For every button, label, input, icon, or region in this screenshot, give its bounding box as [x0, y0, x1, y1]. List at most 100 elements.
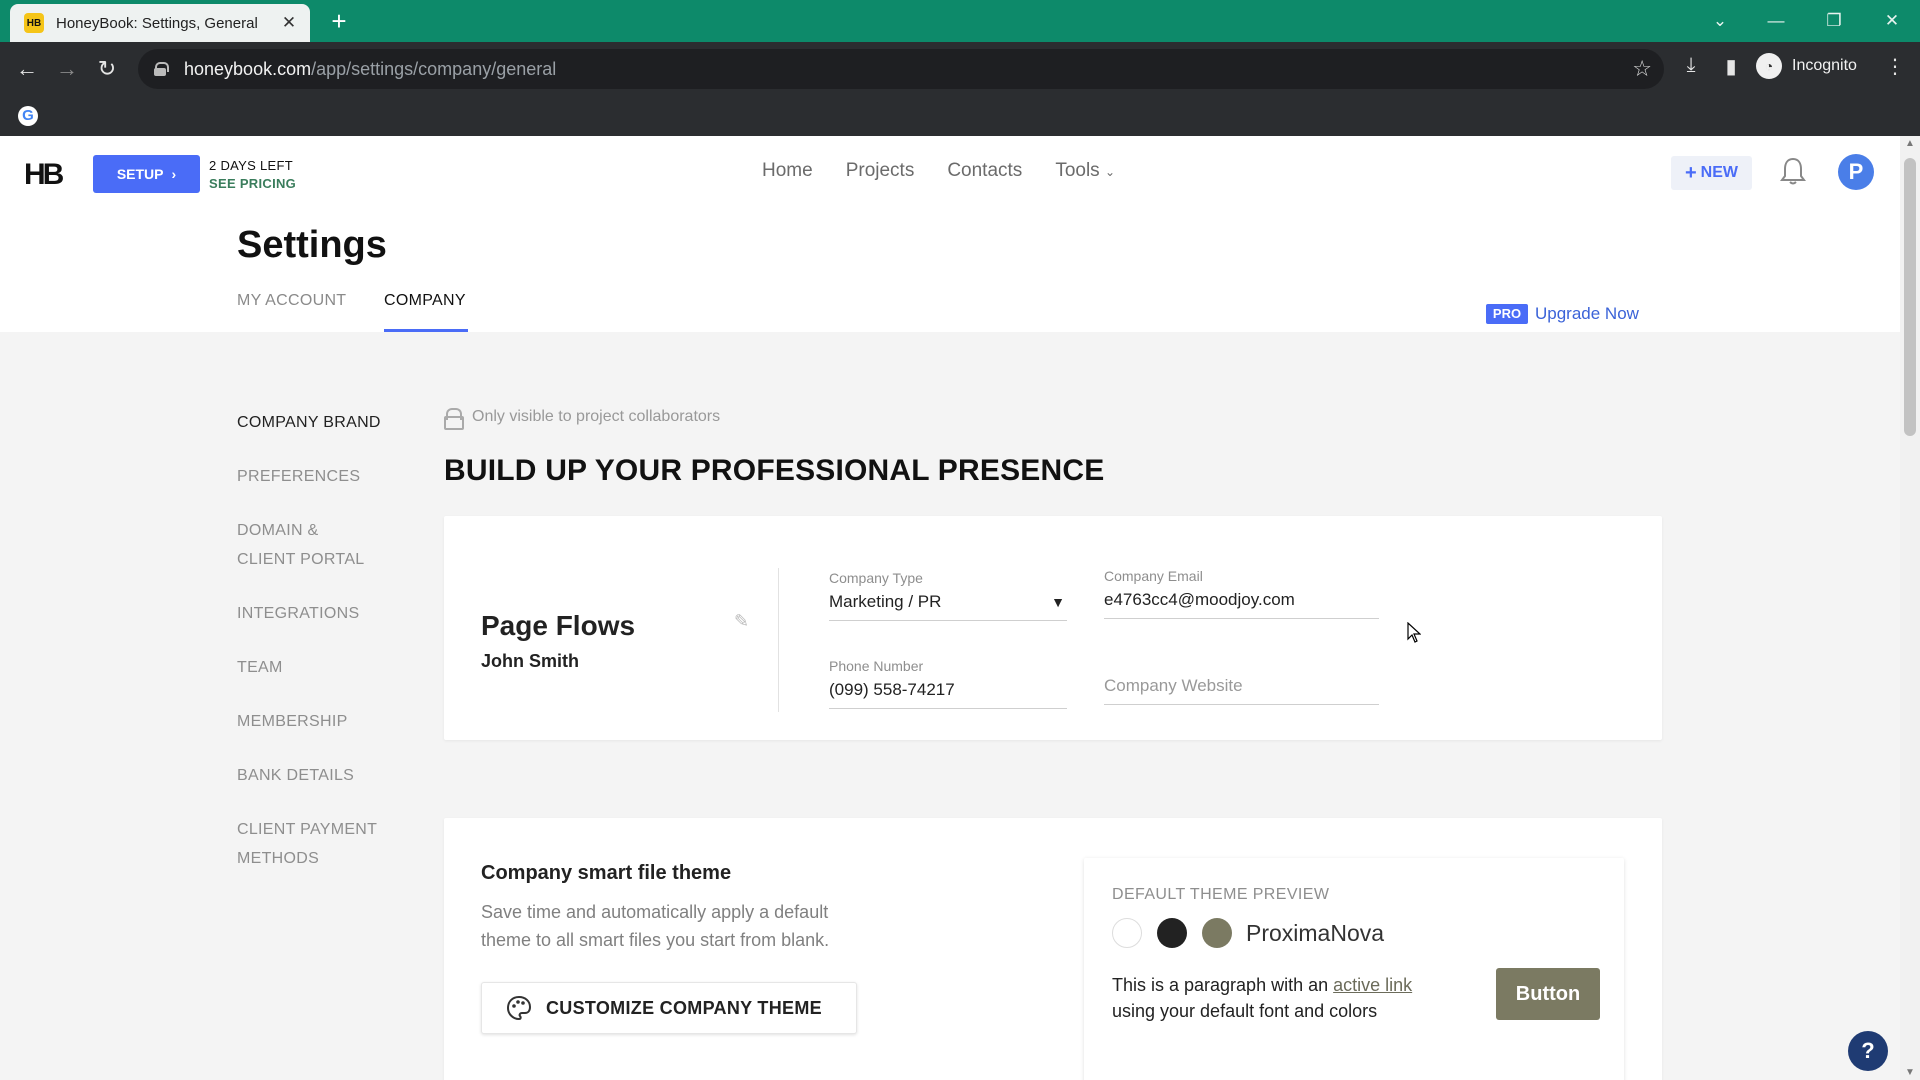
sidebar-item-client-payment-methods[interactable]: CLIENT PAYMENT METHODS [237, 815, 407, 873]
card-divider [778, 568, 779, 712]
scroll-up-icon[interactable]: ▲ [1900, 138, 1920, 149]
lock-icon [154, 62, 169, 76]
tab-search-icon[interactable]: ⌄ [1700, 6, 1740, 36]
preview-paragraph: This is a paragraph with an active link … [1112, 972, 1452, 1024]
browser-menu-icon[interactable]: ⋮ [1880, 54, 1910, 79]
company-email-input[interactable]: e4763cc4@moodjoy.com [1104, 590, 1379, 619]
notifications-bell-icon[interactable] [1780, 156, 1806, 186]
theme-preview: DEFAULT THEME PREVIEW ProximaNova This i… [1084, 858, 1624, 1080]
chevron-right-icon: › [171, 166, 177, 182]
edit-pencil-icon[interactable]: ✎ [734, 611, 749, 632]
company-type-select[interactable]: Marketing / PR ▼ [829, 592, 1067, 621]
nav-tools[interactable]: Tools ⌄ [1055, 160, 1115, 182]
theme-title: Company smart file theme [481, 862, 732, 884]
theme-description: Save time and automatically apply a defa… [481, 902, 830, 950]
customize-theme-label: CUSTOMIZE COMPANY THEME [546, 997, 822, 1018]
smart-file-theme-card: Company smart file theme Save time and a… [444, 818, 1662, 1080]
side-panel-icon[interactable]: ▮ [1716, 54, 1746, 79]
honeybook-logo[interactable]: HB [24, 158, 64, 192]
help-button[interactable]: ? [1848, 1031, 1888, 1071]
company-email-label: Company Email [1104, 568, 1203, 584]
nav-home[interactable]: Home [762, 160, 813, 182]
close-tab-icon[interactable]: ✕ [278, 13, 300, 33]
back-arrow-icon[interactable]: ← [12, 54, 42, 84]
preview-button[interactable]: Button [1496, 968, 1600, 1020]
chevron-down-icon: ▼ [1051, 594, 1065, 610]
setup-button[interactable]: SETUP › [93, 155, 200, 193]
preview-label: DEFAULT THEME PREVIEW [1112, 886, 1330, 903]
forward-arrow-icon[interactable]: → [52, 54, 82, 84]
phone-number-field: Phone Number (099) 558-74217 [829, 658, 1067, 709]
visibility-note: Only visible to project collaborators [444, 408, 721, 430]
phone-number-label: Phone Number [829, 658, 924, 674]
google-icon[interactable]: G [18, 106, 38, 126]
avatar[interactable]: P [1838, 154, 1874, 190]
trial-days-left: 2 DAYS LEFT [209, 158, 293, 173]
preview-active-link[interactable]: active link [1333, 975, 1412, 995]
sidebar-item-domain-client-portal[interactable]: DOMAIN & CLIENT PORTAL [237, 516, 407, 574]
swatch-white [1112, 918, 1142, 948]
tab-company[interactable]: COMPANY [384, 292, 466, 310]
setup-label: SETUP [116, 166, 164, 182]
upgrade-now-link[interactable]: Upgrade Now [1535, 304, 1639, 324]
phone-number-input[interactable]: (099) 558-74217 [829, 680, 1067, 709]
sidebar-item-preferences[interactable]: PREFERENCES [237, 462, 407, 491]
palette-icon [506, 995, 532, 1021]
new-tab-icon[interactable]: + [325, 8, 353, 36]
company-name: Page Flows [481, 610, 636, 641]
sidebar-item-team[interactable]: TEAM [237, 653, 407, 682]
preview-paragraph-prefix: This is a paragraph with an [1112, 975, 1334, 995]
see-pricing-link[interactable]: SEE PRICING [209, 176, 296, 191]
scroll-down-icon[interactable]: ▼ [1900, 1067, 1920, 1078]
top-navigation: HB SETUP › 2 DAYS LEFT SEE PRICING Home … [0, 136, 1900, 332]
minimize-icon[interactable]: — [1756, 6, 1796, 36]
reload-icon[interactable]: ↻ [92, 54, 122, 84]
lock-icon [444, 408, 464, 430]
pro-badge: PRO [1486, 304, 1528, 324]
company-type-label: Company Type [829, 570, 923, 586]
browser-tab[interactable]: HB HoneyBook: Settings, General ✕ [10, 4, 310, 42]
sidebar-item-membership[interactable]: MEMBERSHIP [237, 707, 407, 736]
company-email-value: e4763cc4@moodjoy.com [1104, 590, 1295, 609]
company-website-placeholder: Company Website [1104, 676, 1243, 695]
company-email-field: Company Email e4763cc4@moodjoy.com [1104, 568, 1379, 619]
page-scrollbar[interactable]: ▲ ▼ [1900, 136, 1920, 1080]
honeybook-favicon-icon: HB [24, 13, 44, 33]
new-label: NEW [1700, 164, 1738, 181]
tab-my-account[interactable]: MY ACCOUNT [237, 292, 346, 310]
bookmark-star-icon[interactable]: ☆ [1632, 56, 1652, 82]
theme-font-name: ProximaNova [1246, 920, 1385, 946]
nav-projects[interactable]: Projects [846, 160, 915, 182]
sidebar-item-bank-details[interactable]: BANK DETAILS [237, 761, 407, 790]
download-icon[interactable]: ⤓ [1676, 54, 1706, 77]
customize-theme-button[interactable]: CUSTOMIZE COMPANY THEME [481, 982, 857, 1034]
address-bar-row: ← → ↻ honeybook.com/app/settings/company… [0, 42, 1920, 96]
browser-tab-strip: HB HoneyBook: Settings, General ✕ + ⌄ — … [0, 0, 1920, 42]
sidebar-item-integrations[interactable]: INTEGRATIONS [237, 599, 407, 628]
page-title: Settings [237, 224, 387, 266]
company-type-value: Marketing / PR [829, 592, 942, 611]
incognito-label: Incognito [1792, 57, 1857, 74]
mouse-cursor-icon [1407, 622, 1421, 643]
chevron-down-icon: ⌄ [1104, 165, 1116, 179]
scrollbar-thumb[interactable] [1904, 158, 1916, 436]
sidebar-item-company-brand[interactable]: COMPANY BRAND [237, 408, 407, 437]
company-website-field: Company Website [1104, 676, 1379, 705]
preview-paragraph-suffix: using your default font and colors [1112, 1001, 1378, 1021]
nav-tools-label: Tools [1055, 160, 1100, 181]
active-tab-indicator [384, 329, 468, 332]
nav-contacts[interactable]: Contacts [947, 160, 1022, 182]
close-window-icon[interactable]: ✕ [1872, 6, 1912, 36]
incognito-profile-button[interactable]: ◔ Incognito [1756, 50, 1857, 82]
visibility-note-text: Only visible to project collaborators [472, 408, 721, 425]
url-path: /app/settings/company/general [311, 58, 557, 79]
restore-icon[interactable]: ❐ [1814, 6, 1854, 36]
url-host: honeybook.com [184, 58, 312, 79]
swatch-olive [1202, 918, 1232, 948]
plus-icon: + [1684, 161, 1697, 184]
company-website-input[interactable]: Company Website [1104, 676, 1379, 705]
page-content: HB SETUP › 2 DAYS LEFT SEE PRICING Home … [0, 136, 1900, 1080]
new-button[interactable]: + NEW [1671, 156, 1752, 190]
url-input[interactable]: honeybook.com/app/settings/company/gener… [138, 49, 1664, 89]
company-type-field: Company Type Marketing / PR ▼ [829, 570, 1067, 621]
